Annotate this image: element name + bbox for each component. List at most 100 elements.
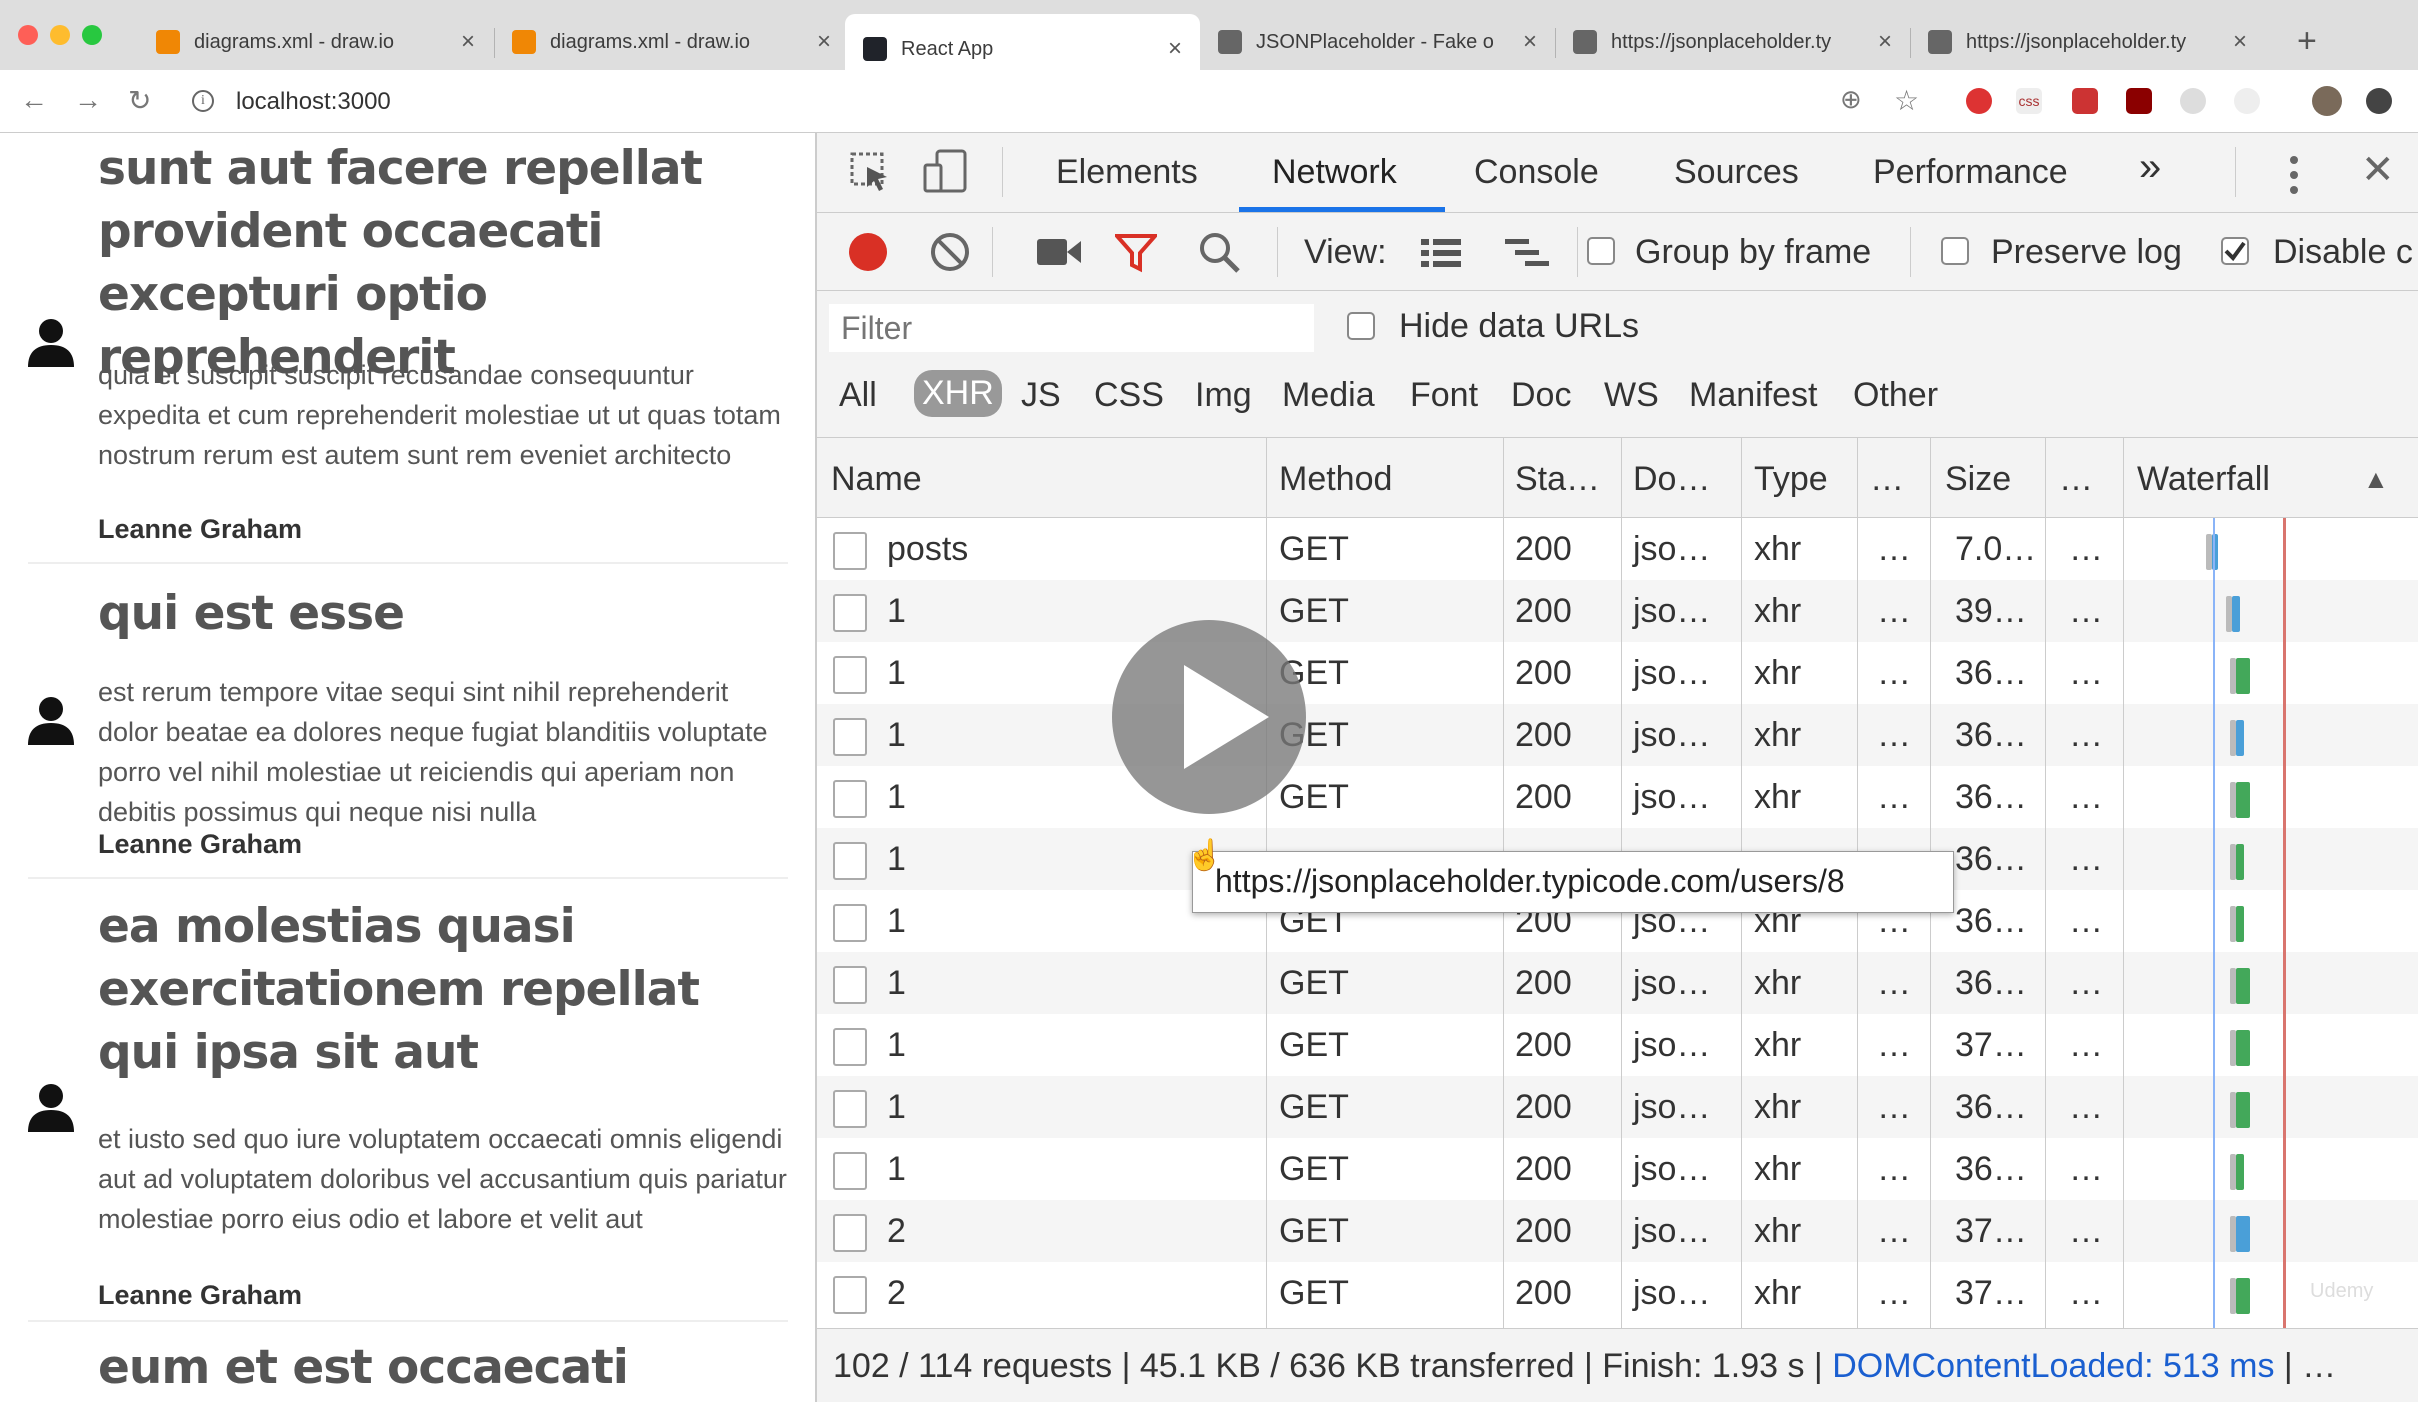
close-tab-icon[interactable]: × [2233,28,2247,56]
clear-icon[interactable] [929,231,971,278]
extension-icon[interactable] [2180,88,2206,114]
column-header-method[interactable]: Method [1279,460,1392,499]
browser-tab[interactable]: diagrams.xml - draw.io × [138,14,493,70]
extension-icon[interactable] [2234,88,2260,114]
close-tab-icon[interactable]: × [1168,35,1182,63]
tab-title: React App [901,37,994,60]
waterfall-bar [2236,720,2244,756]
address-bar[interactable]: i localhost:3000 [180,78,1920,124]
table-row[interactable]: 2 GET 200 jso… xhr… 37…… [817,1262,2418,1324]
bookmark-star-icon[interactable]: ☆ [1894,84,1919,117]
opera-extension-icon[interactable] [1966,88,1992,114]
close-tab-icon[interactable]: × [461,28,475,56]
devtools-tabbar: Elements Network Console Sources Perform… [817,133,2418,213]
column-header-domain[interactable]: Do… [1633,460,1710,499]
ublock-icon[interactable] [2126,88,2152,114]
table-row[interactable]: 2 GET 200 jso… xhr… 37…… [817,1200,2418,1262]
video-camera-icon[interactable] [1037,237,1081,272]
back-arrow-icon[interactable]: ← [20,84,48,116]
kebab-menu-icon[interactable] [2289,155,2299,200]
url-tooltip: https://jsonplaceholder.typicode.com/use… [1192,851,1954,913]
table-row[interactable]: posts GET 200 jso… xhr… 7.0…… [817,518,2418,580]
profile-avatar[interactable] [2312,86,2342,116]
record-button[interactable] [849,233,887,271]
hide-data-urls-checkbox[interactable] [1347,312,1375,340]
column-header-initiator[interactable]: … [1870,460,1904,499]
type-filter-media[interactable]: Media [1282,376,1375,415]
tab-elements[interactable]: Elements [1056,153,1198,192]
close-devtools-icon[interactable]: ✕ [2361,147,2395,193]
info-icon[interactable]: i [192,90,214,112]
table-row[interactable]: 1 GET 200 jso… xhr… 39…… [817,580,2418,642]
maximize-window-button[interactable] [82,25,102,45]
close-window-button[interactable] [18,25,38,45]
type-filter-xhr[interactable]: XHR [914,370,1002,417]
table-row[interactable]: 1 GET 200 jso… xhr… 37…… [817,1014,2418,1076]
cell-size: 36… [1955,716,2027,754]
group-by-frame-checkbox[interactable] [1587,237,1615,265]
type-filter-font[interactable]: Font [1410,376,1478,415]
type-filter-doc[interactable]: Doc [1511,376,1571,415]
cell-c6: … [1877,530,1911,568]
close-tab-icon[interactable]: × [1878,28,1892,56]
checkmark-icon [2224,241,2246,262]
table-row[interactable]: 1 GET 200 jso… xhr… 36…… [817,704,2418,766]
filter-funnel-icon[interactable] [1112,233,1160,278]
preserve-log-checkbox[interactable] [1941,237,1969,265]
browser-tab[interactable]: diagrams.xml - draw.io × [494,14,849,70]
forward-arrow-icon[interactable]: → [74,84,102,116]
type-filter-css[interactable]: CSS [1094,376,1164,415]
more-tabs-button[interactable]: » [2139,145,2161,190]
type-filter-all[interactable]: All [839,376,877,415]
css-extension-icon[interactable]: css [2016,88,2042,114]
column-header-type[interactable]: Type [1754,460,1828,499]
browser-tab[interactable]: https://jsonplaceholder.ty × [1910,14,2265,70]
inspect-element-icon[interactable] [849,151,891,198]
browser-tab[interactable]: JSONPlaceholder - Fake o × [1200,14,1555,70]
cell-c8: … [2069,1212,2103,1250]
type-filter-other[interactable]: Other [1853,376,1938,415]
table-row[interactable]: 1 GET 200 jso… xhr… 36…… [817,1076,2418,1138]
large-rows-icon[interactable] [1421,237,1461,274]
table-row[interactable]: 1 GET 200 jso… xhr… 36…… [817,642,2418,704]
browser-tab[interactable]: https://jsonplaceholder.ty × [1555,14,1910,70]
table-row[interactable]: 1 GET 200 jso… xhr… 36…… [817,766,2418,828]
extension-icon[interactable] [2072,88,2098,114]
type-filter-js[interactable]: JS [1021,376,1061,415]
column-divider [2045,438,2046,1328]
disable-cache-checkbox[interactable] [2221,237,2249,265]
column-header-size[interactable]: Size [1945,460,2011,499]
tab-network[interactable]: Network [1272,153,1397,192]
column-header-time[interactable]: … [2059,460,2093,499]
column-header-name[interactable]: Name [831,460,922,499]
menu-icon[interactable] [2366,88,2392,114]
overview-icon[interactable] [1505,237,1551,274]
document-icon [833,532,867,570]
cell-c6: … [1877,1150,1911,1188]
filter-input[interactable] [829,304,1314,352]
search-icon[interactable] [1198,231,1242,280]
video-play-button[interactable] [1112,620,1306,814]
device-toolbar-icon[interactable] [923,149,969,200]
cell-c6: … [1877,778,1911,816]
tab-performance[interactable]: Performance [1873,153,2068,192]
zoom-icon[interactable]: ⊕ [1840,84,1862,115]
close-tab-icon[interactable]: × [1523,28,1537,56]
type-filter-ws[interactable]: WS [1604,376,1659,415]
table-row[interactable]: 1 GET 200 jso… xhr… 36…… [817,1138,2418,1200]
document-icon [833,1214,867,1252]
minimize-window-button[interactable] [50,25,70,45]
new-tab-button[interactable]: + [2297,22,2317,61]
type-filter-manifest[interactable]: Manifest [1689,376,1818,415]
reload-icon[interactable]: ↻ [128,84,151,117]
column-header-waterfall[interactable]: Waterfall [2137,460,2270,499]
table-row[interactable]: 1 GET 200 jso… xhr… 36…… [817,952,2418,1014]
post-body: et iusto sed quo iure voluptatem occaeca… [98,1124,787,1234]
post-author: Leanne Graham [98,514,303,544]
sort-ascending-icon[interactable]: ▲ [2363,464,2389,495]
tab-sources[interactable]: Sources [1674,153,1799,192]
column-header-status[interactable]: Sta… [1515,460,1600,499]
close-tab-icon[interactable]: × [817,28,831,56]
tab-console[interactable]: Console [1474,153,1599,192]
type-filter-img[interactable]: Img [1195,376,1252,415]
